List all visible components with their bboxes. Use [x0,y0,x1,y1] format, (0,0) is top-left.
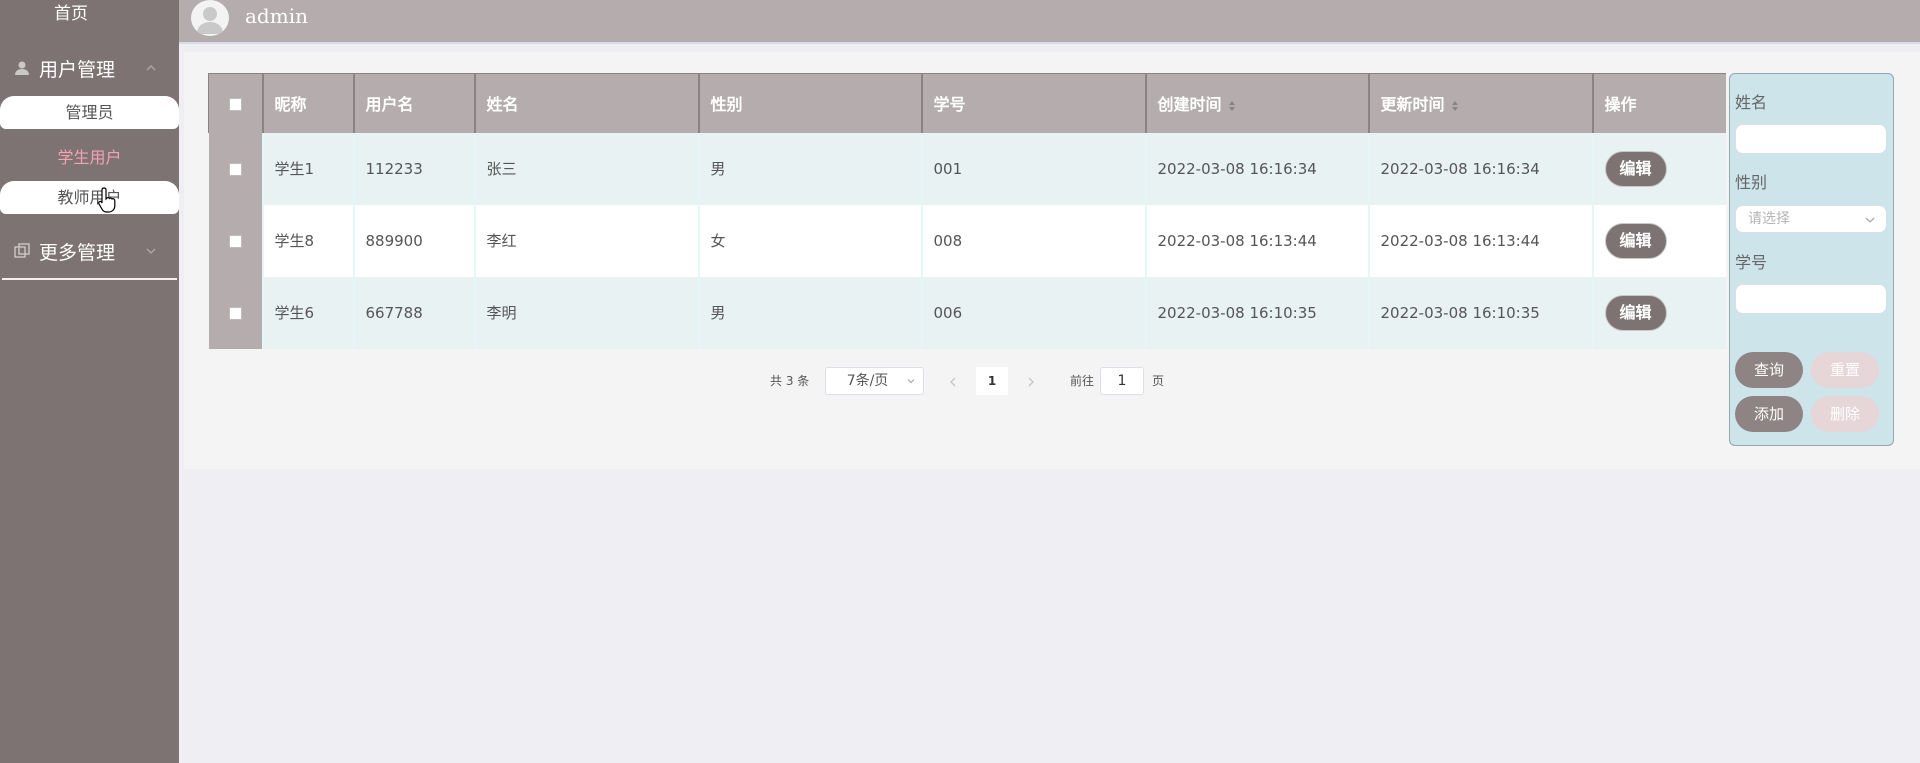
chevron-left-icon [950,377,956,386]
page-number-current[interactable]: 1 [976,367,1008,395]
cell-name: 李红 [473,204,699,277]
column-header-name: 姓名 [473,73,699,133]
row-select-cell [208,204,263,277]
search-panel: 姓名 性别 请选择 学号 查询 重置 添加 删除 [1729,73,1894,446]
column-label: 更新时间 [1380,95,1445,115]
cell-created: 2022-03-08 16:10:35 [1144,276,1369,349]
chevron-down-icon [146,248,156,255]
chevron-up-icon [146,64,156,71]
query-button[interactable]: 查询 [1735,352,1803,388]
sidebar-group-label: 用户管理 [39,58,116,81]
page-size-select[interactable]: 7条/页 [825,367,924,395]
cell-actions: 编辑 [1591,204,1726,277]
next-page-button[interactable] [1018,367,1044,395]
user-icon [15,61,29,75]
row-select-cell [208,276,263,349]
column-header-actions: 操作 [1591,73,1726,133]
sidebar-group-label: 更多管理 [39,241,116,264]
cell-username: 889900 [352,204,475,277]
page-size-value: 7条/页 [846,373,889,389]
sort-icon[interactable] [1228,100,1236,112]
cell-student-no: 008 [920,204,1146,277]
page-suffix-label: 页 [1152,374,1165,388]
table-row: 学生8 889900 李红 女 008 2022-03-08 16:13:44 … [208,204,1726,277]
cell-username: 667788 [352,276,475,349]
select-all-cell [208,73,263,133]
goto-page-input[interactable]: 1 [1100,367,1144,395]
sidebar-group-more-management[interactable]: 更多管理 [14,236,164,266]
cell-nickname: 学生1 [261,132,354,205]
column-header-updated[interactable]: 更新时间 [1367,73,1593,133]
cell-name: 张三 [473,132,699,205]
chevron-down-icon [1865,217,1875,223]
users-table: 昵称 用户名 姓名 性别 学号 创建时间 更新时间 操作 学生1 112233 … [208,73,1726,349]
pagination-total: 共 3 条 [770,374,810,388]
cell-updated: 2022-03-08 16:10:35 [1367,276,1593,349]
avatar[interactable] [191,0,229,36]
row-checkbox[interactable] [228,306,242,320]
column-header-nickname: 昵称 [261,73,354,133]
row-checkbox[interactable] [228,234,242,248]
prev-page-button[interactable] [940,367,966,395]
chevron-right-icon [1028,377,1034,386]
cell-actions: 编辑 [1591,276,1726,349]
hand-cursor-icon [98,187,116,213]
table-row: 学生1 112233 张三 男 001 2022-03-08 16:16:34 … [208,132,1726,205]
student-no-label: 学号 [1735,253,1768,272]
column-header-gender: 性别 [697,73,922,133]
sort-icon[interactable] [1451,100,1459,112]
sidebar-item-student-users[interactable]: 学生用户 [0,141,179,174]
gender-select-placeholder: 请选择 [1748,211,1790,227]
sidebar-item-teacher-users[interactable]: 教师用户 [0,181,179,214]
cell-created: 2022-03-08 16:16:34 [1144,132,1369,205]
cell-updated: 2022-03-08 16:16:34 [1367,132,1593,205]
add-button[interactable]: 添加 [1735,396,1803,432]
student-no-input[interactable] [1735,284,1887,314]
delete-button[interactable]: 删除 [1811,396,1879,432]
copy-icon [14,243,30,258]
edit-button[interactable]: 编辑 [1604,222,1667,259]
user-avatar-icon [197,7,223,34]
reset-button[interactable]: 重置 [1811,352,1879,388]
column-header-student-no: 学号 [920,73,1146,133]
sidebar-divider [2,278,177,280]
name-input[interactable] [1735,124,1887,154]
cell-gender: 男 [697,276,922,349]
cell-student-no: 006 [920,276,1146,349]
edit-button[interactable]: 编辑 [1604,150,1667,187]
column-header-created[interactable]: 创建时间 [1144,73,1369,133]
cell-name: 李明 [473,276,699,349]
edit-button[interactable]: 编辑 [1604,294,1667,331]
row-select-cell [208,132,263,205]
cell-created: 2022-03-08 16:13:44 [1144,204,1369,277]
goto-label: 前往 [1070,374,1095,388]
cell-gender: 男 [697,132,922,205]
table-header-row: 昵称 用户名 姓名 性别 学号 创建时间 更新时间 操作 [208,73,1726,133]
sidebar-group-user-management[interactable]: 用户管理 [14,53,164,83]
cell-gender: 女 [697,204,922,277]
cell-nickname: 学生6 [261,276,354,349]
top-header: admin [179,0,1920,44]
cell-actions: 编辑 [1591,132,1726,205]
sidebar-item-admin[interactable]: 管理员 [0,96,179,129]
name-label: 姓名 [1735,93,1768,112]
column-label: 创建时间 [1157,95,1222,115]
sidebar-item-home[interactable]: 首页 [0,0,142,28]
cell-username: 112233 [352,132,475,205]
username-label[interactable]: admin [245,4,308,28]
column-header-username: 用户名 [352,73,475,133]
sidebar: 首页 用户管理 管理员 学生用户 教师用户 更多管理 [0,0,179,763]
gender-select[interactable]: 请选择 [1735,205,1887,233]
chevron-down-icon [907,379,915,384]
table-row: 学生6 667788 李明 男 006 2022-03-08 16:10:35 … [208,276,1726,349]
cell-student-no: 001 [920,132,1146,205]
select-all-checkbox[interactable] [228,97,242,111]
cell-updated: 2022-03-08 16:13:44 [1367,204,1593,277]
row-checkbox[interactable] [228,162,242,176]
gender-label: 性别 [1735,173,1768,192]
cell-nickname: 学生8 [261,204,354,277]
